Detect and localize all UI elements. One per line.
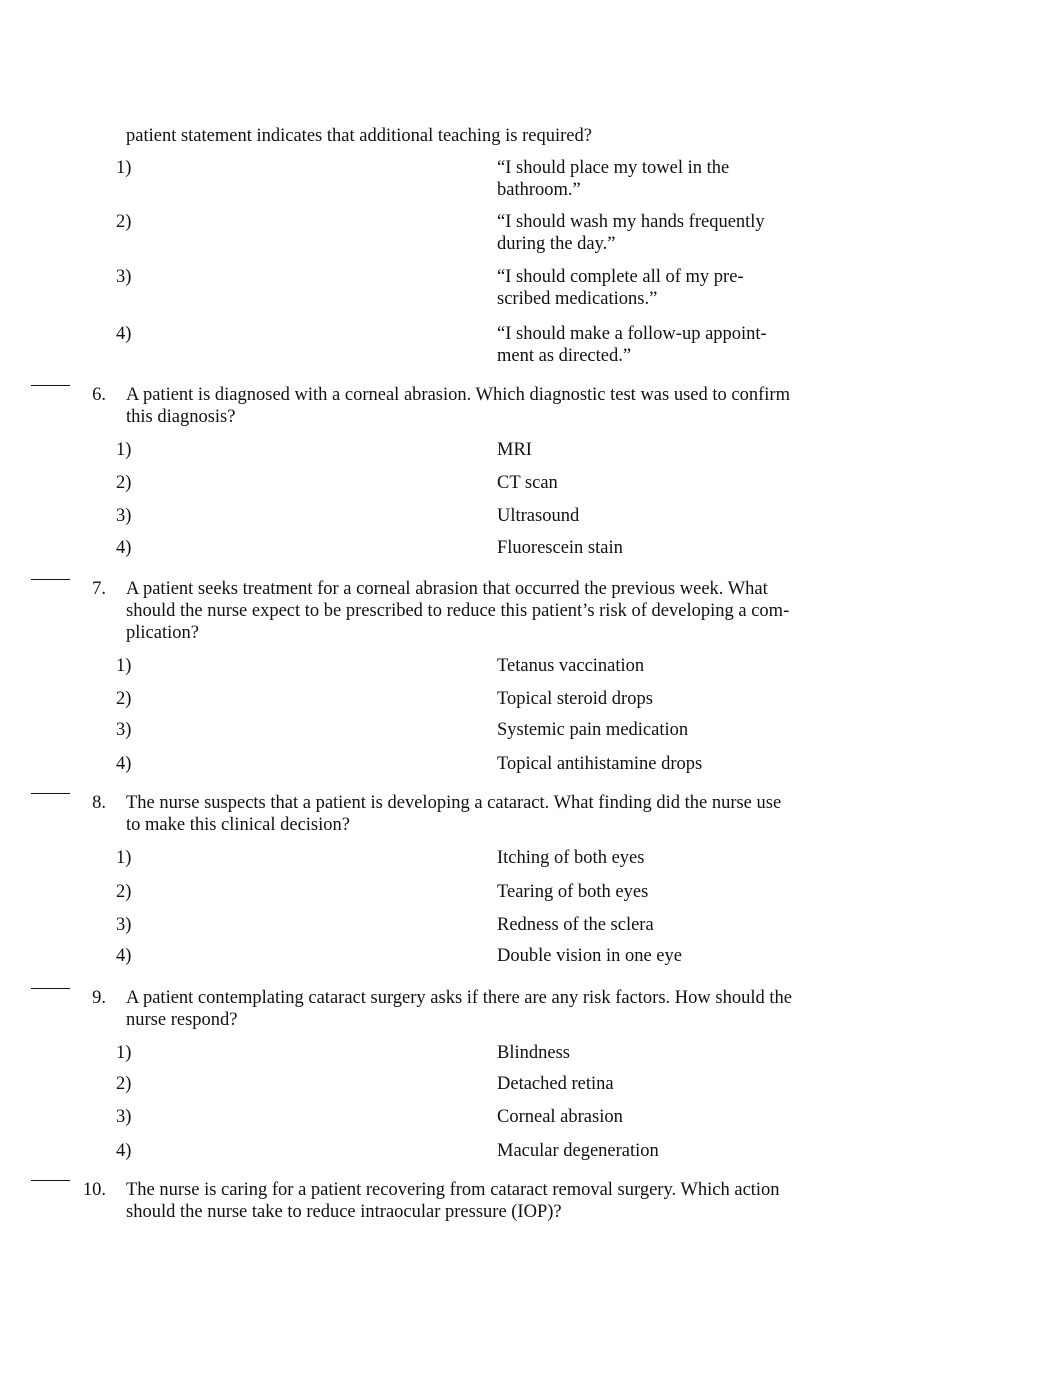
option-text: Blindness [497, 1043, 570, 1063]
option-text: Ultrasound [497, 506, 580, 526]
option-number: 2) [116, 212, 132, 232]
option-text: Detached retina [497, 1074, 614, 1094]
option-text: “I should place my towel in the bathroom… [497, 157, 797, 201]
option-number: 4) [116, 946, 132, 966]
option-number: 2) [116, 689, 132, 709]
question-stem: A patient contemplating cataract surgery… [126, 987, 826, 1031]
option-number: 2) [116, 473, 132, 493]
question-number: 9. [92, 988, 106, 1008]
question-stem-line: A patient contemplating cataract surgery… [126, 988, 792, 1008]
option-number: 1) [116, 440, 132, 460]
option-text: Macular degeneration [497, 1141, 659, 1161]
option-number: 1) [116, 1043, 132, 1063]
question-number: 6. [92, 385, 106, 405]
answer-blank[interactable] [31, 793, 70, 794]
option-number: 4) [116, 538, 132, 558]
option-number: 3) [116, 267, 132, 287]
answer-blank[interactable] [31, 988, 70, 989]
option-text-line: during the day.” [497, 234, 616, 254]
option-text-line: “I should complete all of my pre- [497, 267, 744, 287]
option-text: Fluorescein stain [497, 538, 623, 558]
option-text-line: “I should place my towel in the [497, 158, 730, 178]
option-text-line: bathroom.” [497, 180, 581, 200]
option-text: “I should make a follow-up appoint- ment… [497, 323, 797, 367]
option-number: 3) [116, 506, 132, 526]
question-stem-line: A patient is diagnosed with a corneal ab… [126, 385, 790, 405]
option-text: CT scan [497, 473, 558, 493]
option-text: Systemic pain medication [497, 720, 689, 740]
option-text: Topical antihistamine drops [497, 754, 703, 774]
option-number: 4) [116, 1141, 132, 1161]
option-text-line: “I should wash my hands frequently [497, 212, 765, 232]
question-stem-line: to make this clinical decision? [126, 815, 350, 835]
question-stem-line: should the nurse expect to be prescribed… [126, 601, 790, 621]
question-stem-line: plication? [126, 623, 199, 643]
answer-blank[interactable] [31, 385, 70, 386]
question-stem-line: The nurse is caring for a patient recove… [126, 1180, 780, 1200]
option-text: “I should complete all of my pre- scribe… [497, 266, 797, 310]
option-number: 1) [116, 656, 132, 676]
option-text-line: ment as directed.” [497, 346, 632, 366]
option-number: 2) [116, 1074, 132, 1094]
question-stem-line: A patient seeks treatment for a corneal … [126, 579, 768, 599]
option-text: Tetanus vaccination [497, 656, 645, 676]
option-number: 2) [116, 882, 132, 902]
question-stem-line: should the nurse take to reduce intraocu… [126, 1202, 562, 1222]
option-text: Redness of the sclera [497, 915, 654, 935]
option-text: Topical steroid drops [497, 689, 653, 709]
option-text: Itching of both eyes [497, 848, 645, 868]
question-number: 7. [92, 579, 106, 599]
question-stem-line: this diagnosis? [126, 407, 236, 427]
option-text-line: “I should make a follow-up appoint- [497, 324, 767, 344]
option-number: 1) [116, 158, 132, 178]
option-number: 3) [116, 915, 132, 935]
question-stem: The nurse suspects that a patient is dev… [126, 792, 826, 836]
question-number: 8. [92, 793, 106, 813]
option-text: Corneal abrasion [497, 1107, 623, 1127]
option-text: MRI [497, 440, 532, 460]
option-number: 3) [116, 720, 132, 740]
option-text: “I should wash my hands frequently durin… [497, 211, 797, 255]
question-stem: The nurse is caring for a patient recove… [126, 1179, 826, 1223]
question-stem: A patient is diagnosed with a corneal ab… [126, 384, 826, 428]
question-stem-line: nurse respond? [126, 1010, 238, 1030]
option-number: 4) [116, 754, 132, 774]
option-text: Tearing of both eyes [497, 882, 649, 902]
option-number: 4) [116, 324, 132, 344]
option-number: 1) [116, 848, 132, 868]
question-stem: A patient seeks treatment for a corneal … [126, 578, 826, 644]
answer-blank[interactable] [31, 579, 70, 580]
option-text: Double vision in one eye [497, 946, 682, 966]
continued-question-stem: patient statement indicates that additio… [126, 126, 592, 146]
option-number: 3) [116, 1107, 132, 1127]
question-number: 10. [82, 1180, 106, 1200]
option-text-line: scribed medications.” [497, 289, 658, 309]
answer-blank[interactable] [31, 1180, 70, 1181]
question-stem-line: The nurse suspects that a patient is dev… [126, 793, 782, 813]
